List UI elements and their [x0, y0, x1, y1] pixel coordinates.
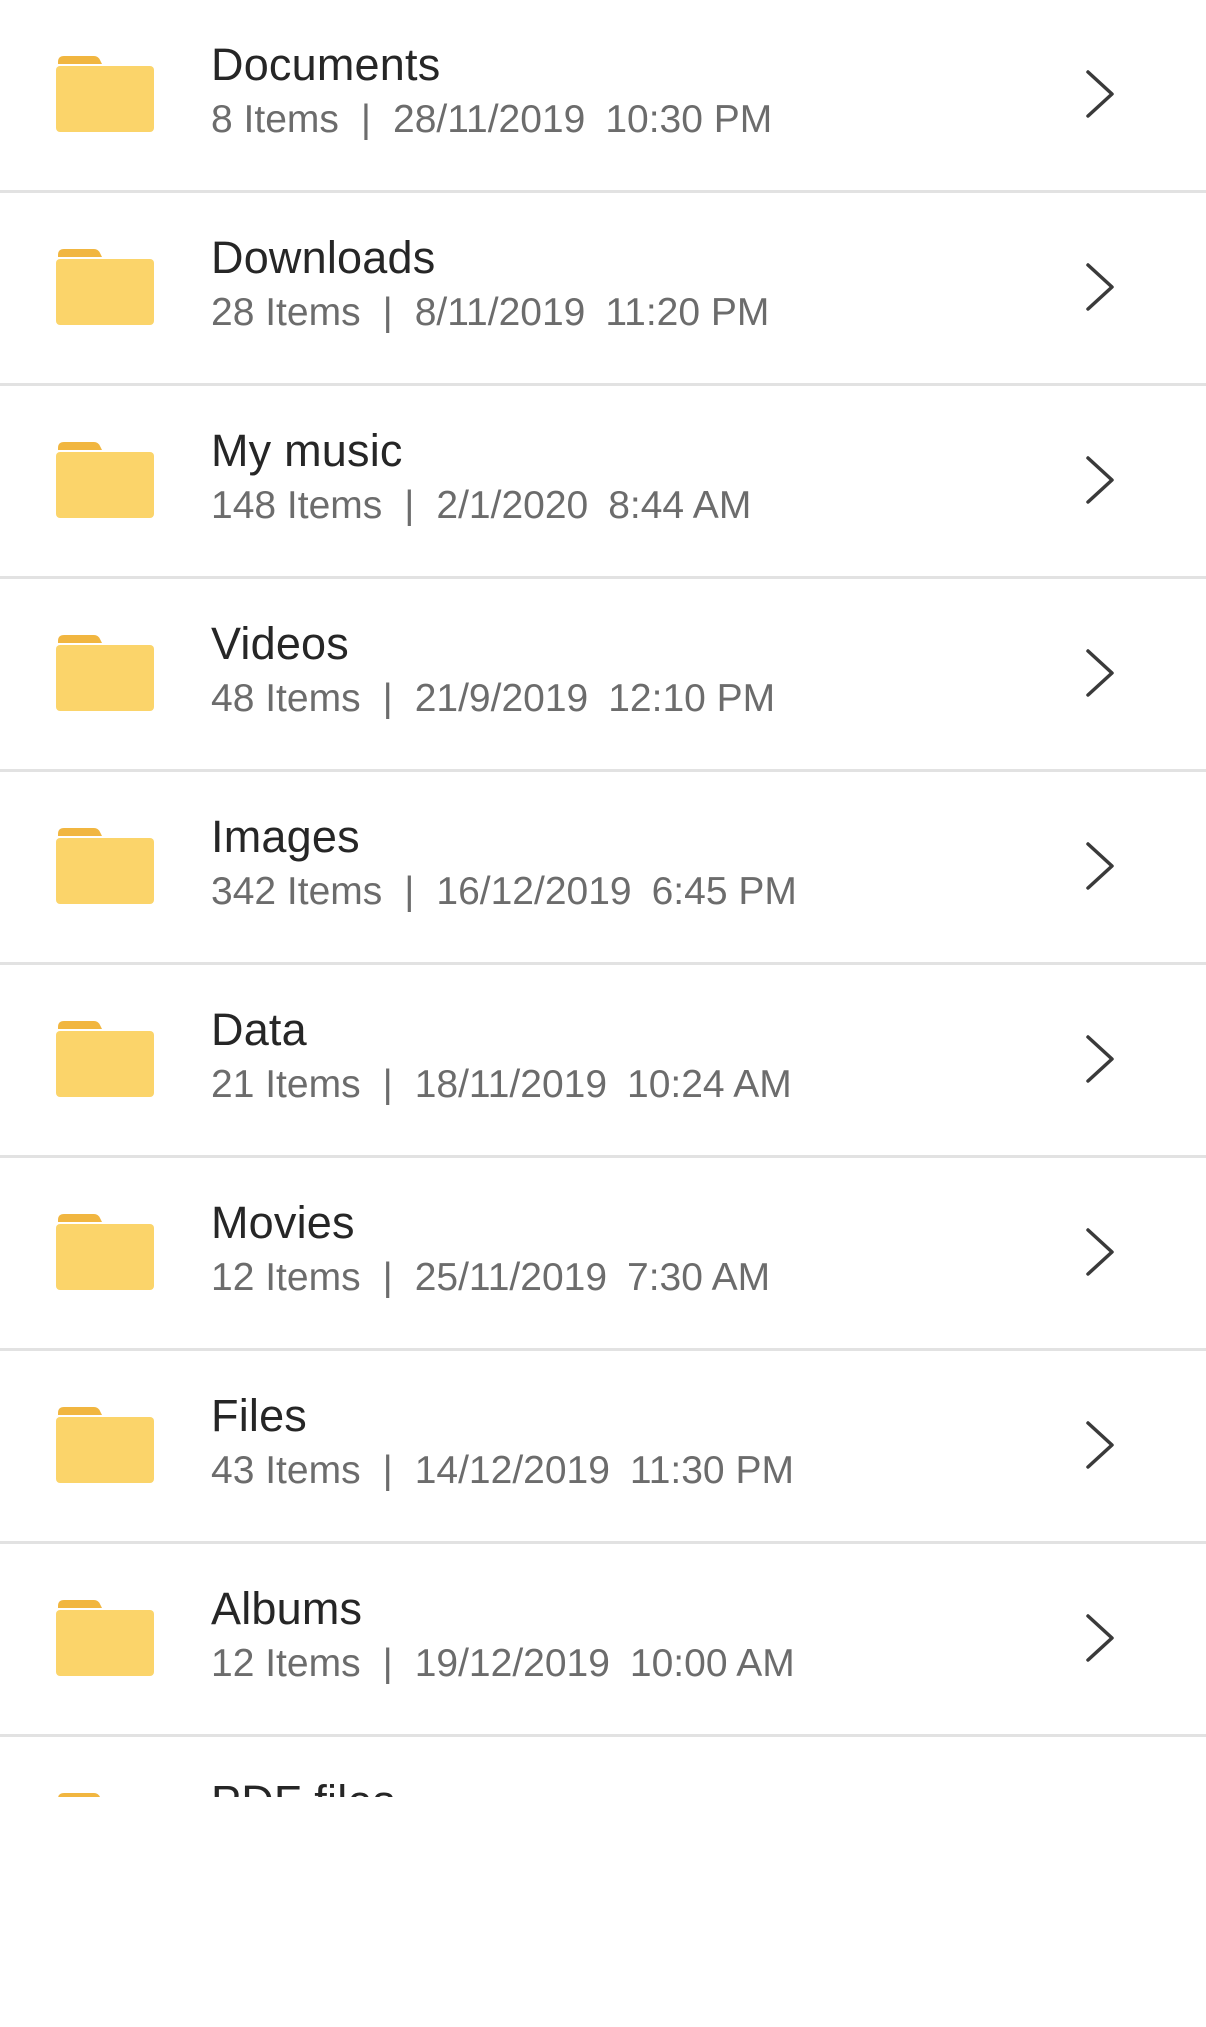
chevron-right-icon[interactable]	[1084, 1226, 1116, 1278]
folder-text: Documents 8 Items | 28/11/2019 10:30 PM	[211, 36, 1026, 146]
folder-meta: 12 Items | 25/11/2019 7:30 AM	[211, 1252, 1026, 1304]
folder-date: 19/12/2019	[414, 1642, 610, 1685]
folder-name: Downloads	[211, 232, 436, 283]
folder-text: Images 342 Items | 16/12/2019 6:45 PM	[211, 808, 1026, 918]
folder-text: Downloads 28 Items | 8/11/2019 11:20 PM	[211, 229, 1026, 339]
folder-icon	[56, 1021, 154, 1097]
folder-icon	[56, 1214, 154, 1290]
meta-separator: |	[382, 677, 393, 720]
folder-meta: 148 Items | 2/1/2020 8:44 AM	[211, 480, 1026, 532]
folder-time: 12:10 PM	[608, 677, 776, 720]
folder-time: 6:45 PM	[651, 870, 797, 913]
folder-icon	[56, 1407, 154, 1483]
chevron-right-icon[interactable]	[1084, 261, 1116, 313]
folder-time: 11:20 PM	[605, 291, 770, 334]
folder-text: Files 43 Items | 14/12/2019 11:30 PM	[211, 1387, 1026, 1497]
folder-time: 11:30 PM	[629, 1449, 794, 1492]
folder-item-count: 12 Items	[211, 1642, 361, 1685]
folder-row-videos[interactable]: Videos 48 Items | 21/9/2019 12:10 PM	[0, 579, 1206, 772]
chevron-right-icon[interactable]	[1084, 1419, 1116, 1471]
folder-row-my-music[interactable]: My music 148 Items | 2/1/2020 8:44 AM	[0, 386, 1206, 579]
folder-name: Videos	[211, 618, 349, 669]
empty-area	[0, 1797, 1206, 2027]
folder-meta: 8 Items | 28/11/2019 10:30 PM	[211, 94, 1026, 146]
folder-date: 2/1/2020	[436, 484, 589, 527]
meta-separator: |	[382, 1063, 393, 1106]
folder-item-count: 48 Items	[211, 677, 361, 720]
folder-item-count: 21 Items	[211, 1063, 361, 1106]
folder-time: 7:30 AM	[627, 1256, 771, 1299]
meta-separator: |	[382, 291, 393, 334]
folder-meta: 342 Items | 16/12/2019 6:45 PM	[211, 866, 1026, 918]
folder-name: My music	[211, 425, 403, 476]
folder-name: PDF files	[211, 1773, 1026, 1797]
folder-text: Videos 48 Items | 21/9/2019 12:10 PM	[211, 615, 1026, 725]
chevron-right-icon[interactable]	[1084, 68, 1116, 120]
folder-icon	[56, 56, 154, 132]
folder-name: Data	[211, 1004, 307, 1055]
folder-item-count: 8 Items	[211, 98, 339, 141]
folder-list: Documents 8 Items | 28/11/2019 10:30 PM Dow…	[0, 0, 1206, 1797]
meta-separator: |	[382, 1449, 393, 1492]
folder-row-movies[interactable]: Movies 12 Items | 25/11/2019 7:30 AM	[0, 1158, 1206, 1351]
folder-text: Albums 12 Items | 19/12/2019 10:00 AM	[211, 1580, 1026, 1690]
meta-separator: |	[360, 98, 372, 141]
folder-text: Movies 12 Items | 25/11/2019 7:30 AM	[211, 1194, 1026, 1304]
folder-date: 25/11/2019	[414, 1256, 608, 1299]
folder-text: Data 21 Items | 18/11/2019 10:24 AM	[211, 1001, 1026, 1111]
folder-date: 21/9/2019	[414, 677, 589, 720]
folder-date: 28/11/2019	[393, 98, 586, 141]
folder-time: 8:44 AM	[608, 484, 752, 527]
folder-item-count: 28 Items	[211, 291, 361, 334]
folder-row-downloads[interactable]: Downloads 28 Items | 8/11/2019 11:20 PM	[0, 193, 1206, 386]
chevron-right-icon[interactable]	[1084, 1612, 1116, 1664]
folder-name: Files	[211, 1390, 308, 1441]
folder-row-documents[interactable]: Documents 8 Items | 28/11/2019 10:30 PM	[0, 0, 1206, 193]
folder-icon	[56, 828, 154, 904]
folder-item-count: 342 Items	[211, 870, 383, 913]
meta-separator: |	[382, 1642, 393, 1685]
folder-meta: 21 Items | 18/11/2019 10:24 AM	[211, 1059, 1026, 1111]
folder-row-pdf-files[interactable]: PDF files	[0, 1737, 1206, 1797]
folder-time: 10:00 AM	[629, 1642, 795, 1685]
folder-name: Movies	[211, 1197, 355, 1248]
folder-row-images[interactable]: Images 342 Items | 16/12/2019 6:45 PM	[0, 772, 1206, 965]
folder-meta: 48 Items | 21/9/2019 12:10 PM	[211, 673, 1026, 725]
chevron-right-icon[interactable]	[1084, 1033, 1116, 1085]
folder-item-count: 12 Items	[211, 1256, 361, 1299]
folder-meta: 43 Items | 14/12/2019 11:30 PM	[211, 1445, 1026, 1497]
meta-separator: |	[404, 870, 415, 913]
folder-icon	[56, 442, 154, 518]
folder-row-data[interactable]: Data 21 Items | 18/11/2019 10:24 AM	[0, 965, 1206, 1158]
folder-time: 10:30 PM	[605, 98, 773, 141]
meta-separator: |	[404, 484, 415, 527]
folder-name: Documents	[211, 39, 441, 90]
folder-item-count: 148 Items	[211, 484, 383, 527]
folder-meta: 28 Items | 8/11/2019 11:20 PM	[211, 287, 1026, 339]
folder-icon	[56, 1600, 154, 1676]
chevron-right-icon[interactable]	[1084, 840, 1116, 892]
folder-name: Albums	[211, 1583, 363, 1634]
chevron-right-icon[interactable]	[1084, 647, 1116, 699]
folder-item-count: 43 Items	[211, 1449, 361, 1492]
chevron-right-icon[interactable]	[1084, 454, 1116, 506]
folder-time: 10:24 AM	[627, 1063, 792, 1106]
folder-name: Images	[211, 811, 360, 862]
folder-date: 16/12/2019	[436, 870, 632, 913]
folder-date: 8/11/2019	[414, 291, 586, 334]
folder-icon	[56, 249, 154, 325]
meta-separator: |	[382, 1256, 393, 1299]
folder-row-files[interactable]: Files 43 Items | 14/12/2019 11:30 PM	[0, 1351, 1206, 1544]
folder-date: 14/12/2019	[414, 1449, 610, 1492]
folder-row-albums[interactable]: Albums 12 Items | 19/12/2019 10:00 AM	[0, 1544, 1206, 1737]
folder-text: My music 148 Items | 2/1/2020 8:44 AM	[211, 422, 1026, 532]
folder-text: PDF files	[211, 1773, 1026, 1797]
folder-date: 18/11/2019	[414, 1063, 608, 1106]
folder-meta: 12 Items | 19/12/2019 10:00 AM	[211, 1638, 1026, 1690]
folder-icon	[56, 635, 154, 711]
